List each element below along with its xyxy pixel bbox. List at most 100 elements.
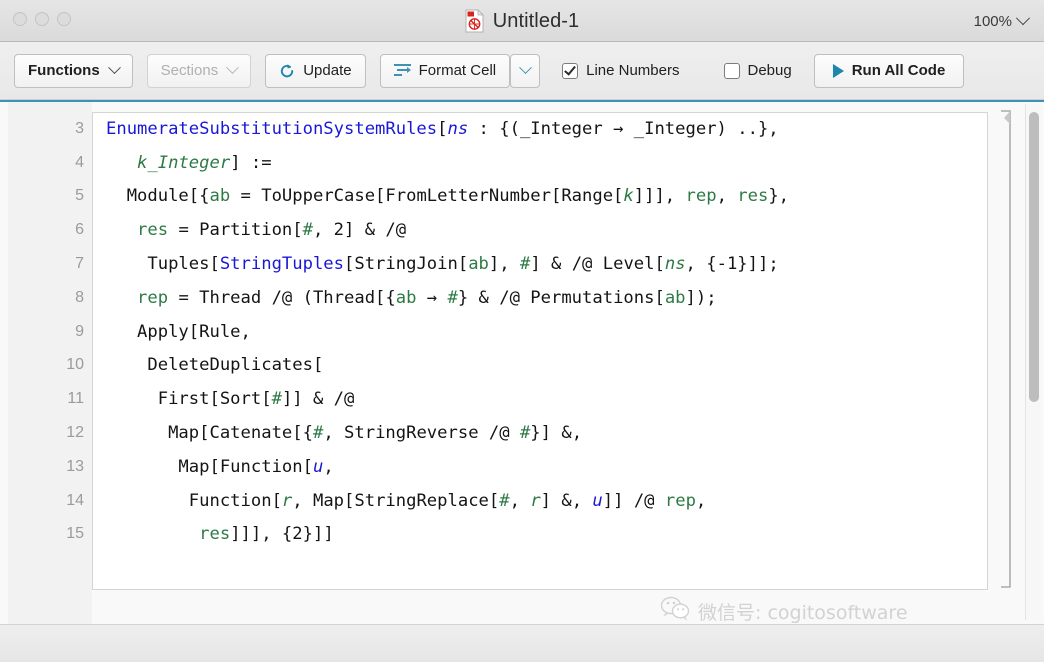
code-token: # [519,254,531,275]
zoom-level-value: 100% [973,12,1012,30]
code-token: , {-1}]]; [685,254,779,275]
line-number: 9 [75,322,84,340]
code-token: res [199,524,231,545]
code-token: → [416,287,448,308]
line-number: 12 [66,424,84,442]
code-token: ], [488,254,520,275]
chevron-down-icon [107,61,121,75]
cell-bracket[interactable] [1000,110,1012,588]
functions-menu-button[interactable]: Functions [14,53,133,88]
code-line[interactable]: 9 Apply[Rule, [0,315,1000,349]
play-icon [832,63,844,78]
code-line-text: rep = Thread /@ (Thread[{ab → #} & /@ Pe… [106,288,717,308]
code-token: Map[Function[ [106,456,313,477]
vertical-scrollbar[interactable] [1025,104,1041,620]
code-line[interactable]: 12 Map[Catenate[{#, StringReverse /@ #}]… [0,416,1000,450]
code-token: = ToUpperCase[FromLetterNumber[Range[ [230,186,624,207]
scrollbar-thumb[interactable] [1029,112,1039,402]
code-token: , 2] & /@ [312,220,407,241]
update-button[interactable]: Update [265,53,366,88]
debug-label: Debug [747,62,792,79]
code-token: , [323,456,334,477]
code-token: ] &, [540,490,593,511]
format-cell-dropdown-button[interactable] [510,53,541,88]
status-bar [0,624,1044,662]
code-token: [ [437,118,448,139]
code-token: ab [209,186,231,207]
line-number: 14 [66,491,84,509]
code-line[interactable]: 6 res = Partition[#, 2] & /@ [0,213,1000,247]
code-line[interactable]: 11 First[Sort[#]] & /@ [0,382,1000,416]
code-token: ] & /@ Level[ [530,254,665,275]
format-lines-icon [393,64,411,77]
code-line-text: res = Partition[#, 2] & /@ [106,220,406,240]
zoom-level-control[interactable]: 100% [973,0,1031,42]
line-number: 13 [66,457,84,475]
code-token: k [623,186,634,207]
code-token: u [312,456,324,477]
code-token: rep [685,186,717,207]
code-token: First[Sort[ [106,389,272,410]
code-token: Apply[Rule, [106,321,251,342]
window-title-group: Untitled-1 [0,0,1044,42]
code-line[interactable]: 4 k_Integer] := [0,146,1000,180]
code-token: ]] & /@ [281,389,355,410]
line-number: 11 [67,390,84,408]
code-token: ns [447,118,469,139]
code-token: = Thread /@ (Thread[{ [168,287,396,308]
line-numbers-checkbox[interactable]: Line Numbers [562,62,680,79]
code-line[interactable]: 3 EnumerateSubstitutionSystemRules[ns : {… [0,112,1000,146]
code-line[interactable]: 5 Module[{ab = ToUpperCase[FromLetterNum… [0,180,1000,214]
code-token: Tuples[ [106,254,220,275]
code-line-text: k_Integer] := [106,153,272,173]
functions-menu-label: Functions [28,62,100,79]
code-line-text: Map[Catenate[{#, StringReverse /@ #}] &, [106,423,582,443]
code-line[interactable]: 13 Map[Function[u, [0,450,1000,484]
chevron-down-icon [1015,11,1031,26]
code-line[interactable]: 14 Function[r, Map[StringReplace[#, r] &… [0,484,1000,518]
line-numbers-label: Line Numbers [586,62,680,79]
code-line-text: Function[r, Map[StringReplace[#, r] &, u… [106,490,707,511]
code-token: , Map[StringReplace[ [292,490,500,511]
code-token: ]]], [633,186,686,207]
checkbox-unchecked-icon [723,62,740,79]
code-token: u [592,490,603,511]
code-lines: 3 EnumerateSubstitutionSystemRules[ns : {… [0,112,1000,551]
code-line[interactable]: 10 DeleteDuplicates[ [0,349,1000,383]
code-token: }] &, [530,423,583,444]
chevron-down-icon [226,61,240,75]
code-line-text: First[Sort[#]] & /@ [106,389,355,410]
line-number: 8 [75,288,84,306]
debug-checkbox[interactable]: Debug [723,62,792,79]
code-line-text: res]]], {2}]] [106,524,334,544]
update-label: Update [303,62,352,79]
code-line-text: DeleteDuplicates[ [106,355,323,375]
code-line[interactable]: 15 res]]], {2}]] [0,518,1000,552]
code-token: # [312,423,324,444]
code-token: : {(_Integer → _Integer) ..}, [468,118,779,139]
code-token: Function[ [106,490,282,511]
sections-menu-button[interactable]: Sections [146,53,252,88]
code-line[interactable]: 8 rep = Thread /@ (Thread[{ab → #} & /@ … [0,281,1000,315]
checkbox-checked-icon [562,62,579,79]
run-all-code-button[interactable]: Run All Code [813,53,965,88]
line-number: 5 [75,187,84,205]
window-title: Untitled-1 [492,9,580,32]
code-token: } & /@ Permutations[ [457,287,665,308]
code-token: Map[Catenate[{ [106,423,313,444]
code-token: ] := [230,152,272,173]
code-token: ab [468,254,489,275]
code-token: ab [395,287,417,308]
format-cell-button[interactable]: Format Cell [379,53,511,88]
wolfram-notebook-icon [465,9,484,33]
code-line-text: Module[{ab = ToUpperCase[FromLetterNumbe… [106,186,789,206]
code-token: , [716,186,738,207]
code-line[interactable]: 7 Tuples[StringTuples[StringJoin[ab], #]… [0,247,1000,281]
line-number: 10 [66,356,84,374]
window-titlebar: Untitled-1 100% [0,0,1044,42]
code-line-text: EnumerateSubstitutionSystemRules[ns : {(… [106,119,779,139]
sections-menu-label: Sections [160,62,219,79]
code-token: # [271,389,282,410]
